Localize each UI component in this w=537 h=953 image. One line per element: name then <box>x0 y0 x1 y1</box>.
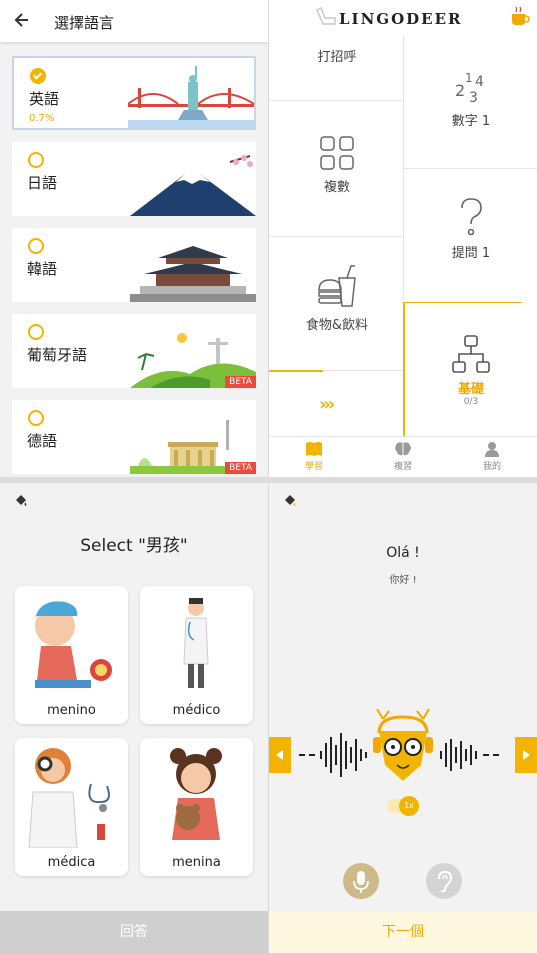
active-path-line <box>404 302 522 303</box>
lesson-label: 食物&飲料 <box>305 318 369 333</box>
nav-label: 複習 <box>393 462 412 472</box>
korean-palace-illustration <box>130 246 256 302</box>
language-card-english[interactable]: 英語 0.7% <box>12 56 256 130</box>
ear-icon <box>438 870 453 893</box>
radio-checked-icon[interactable] <box>30 68 46 84</box>
mount-fuji-illustration <box>130 155 256 216</box>
lesson-basics[interactable]: 基礎 0/3 <box>419 334 523 407</box>
beta-badge: BETA <box>225 376 256 388</box>
lesson-progress-count: 0/3 <box>463 397 479 407</box>
bottom-navigation: 學習 複習 我的 <box>269 436 537 477</box>
svg-text:3: 3 <box>469 90 478 106</box>
option-label: médico <box>172 703 221 718</box>
nav-learn[interactable]: 學習 <box>284 441 344 472</box>
lesson-food-drink[interactable]: 食物&飲料 <box>289 262 385 333</box>
audio-waveform <box>299 709 499 781</box>
active-path-line <box>403 302 405 436</box>
svg-text:2: 2 <box>455 81 465 100</box>
lesson-label: 打招呼 <box>317 50 357 65</box>
brain-icon <box>395 442 411 456</box>
boy-illustration <box>35 601 112 688</box>
speaking-exercise-screen: Olá ! 你好 ! 1x 下一個 <box>269 483 537 953</box>
next-button[interactable]: 下一個 <box>269 911 537 953</box>
language-name: 葡萄牙語 <box>27 346 88 364</box>
option-label: menino <box>47 703 96 718</box>
lesson-label: 基礎 <box>457 382 484 397</box>
language-progress: 0.7% <box>29 113 55 124</box>
app-bar: 選擇語言 <box>0 0 268 42</box>
option-label: menina <box>172 855 221 870</box>
language-card-portuguese[interactable]: 葡萄牙語 BETA <box>12 314 256 388</box>
option-card-medico[interactable]: médico <box>140 586 253 724</box>
answer-button[interactable]: 回答 <box>0 911 268 953</box>
phrase-translation: 你好 ! <box>389 575 417 586</box>
listen-button[interactable] <box>426 863 462 899</box>
lesson-label: 複數 <box>323 180 350 195</box>
lesson-label: 提問 1 <box>451 246 491 261</box>
radio-unchecked-icon[interactable] <box>28 410 44 426</box>
language-name: 德語 <box>27 432 58 450</box>
svg-text:1: 1 <box>465 71 473 85</box>
male-doctor-illustration <box>183 598 209 688</box>
language-card-japanese[interactable]: 日語 <box>12 142 256 216</box>
more-lessons-arrows-icon[interactable]: ››› <box>319 394 335 415</box>
lesson-questions-1[interactable]: 提問 1 <box>423 196 519 261</box>
path-divider <box>403 36 404 302</box>
back-arrow-icon[interactable] <box>12 10 32 30</box>
beta-badge: BETA <box>225 462 256 474</box>
path-divider <box>269 236 403 237</box>
lesson-greetings[interactable]: 打招呼 <box>289 46 385 65</box>
microphone-button[interactable] <box>343 863 379 899</box>
radio-unchecked-icon[interactable] <box>28 324 44 340</box>
girl-illustration <box>170 748 222 840</box>
lesson-numbers-1[interactable]: 2 1 4 3 數字 1 <box>423 66 519 129</box>
female-doctor-illustration <box>28 748 110 848</box>
nav-label: 學習 <box>304 462 323 472</box>
book-icon <box>306 442 322 456</box>
lesson-plurals[interactable]: 複數 <box>289 134 385 195</box>
picture-quiz-screen: Select "男孩" menino médico médica menina … <box>0 483 268 953</box>
course-map-screen: LINGODEER 打招呼 2 1 4 3 數字 1 複數 提問 1 食物&飲料… <box>269 0 537 477</box>
language-name: 韓語 <box>27 260 58 278</box>
language-name: 英語 <box>29 90 60 108</box>
statue-of-liberty-illustration <box>128 64 254 128</box>
target-phrase: Olá ! <box>386 545 420 561</box>
app-logo: LINGODEER <box>339 10 463 28</box>
numbers-icon: 2 1 4 3 <box>455 71 484 106</box>
page-title: 選擇語言 <box>54 14 115 32</box>
lesson-label: 數字 1 <box>451 114 491 129</box>
select-language-screen: 選擇語言 英語 0.7% 日語 韓語 葡萄牙語 BETA 德語 BETA <box>0 0 268 477</box>
next-arrow-button[interactable] <box>515 737 537 773</box>
language-card-korean[interactable]: 韓語 <box>12 228 256 302</box>
microphone-icon <box>353 871 369 893</box>
radio-unchecked-icon[interactable] <box>28 152 44 168</box>
grid-icon <box>320 136 354 170</box>
language-name: 日語 <box>27 174 58 192</box>
path-divider <box>404 168 537 169</box>
nav-label: 我的 <box>482 462 501 472</box>
radio-unchecked-icon[interactable] <box>28 238 44 254</box>
person-icon <box>485 442 499 457</box>
hierarchy-icon <box>452 335 490 373</box>
option-label: médica <box>47 855 96 870</box>
paint-bucket-icon[interactable] <box>283 493 297 507</box>
paint-bucket-icon[interactable] <box>14 493 28 507</box>
coffee-cup-icon[interactable] <box>509 6 531 28</box>
speed-knob[interactable]: 1x <box>399 796 419 816</box>
option-card-menina[interactable]: menina <box>140 738 253 876</box>
option-card-menino[interactable]: menino <box>15 586 128 724</box>
previous-button[interactable] <box>269 737 291 773</box>
question-icon <box>461 198 482 236</box>
nav-profile[interactable]: 我的 <box>462 441 522 472</box>
language-card-german[interactable]: 德語 BETA <box>12 400 256 474</box>
svg-text:4: 4 <box>475 74 484 90</box>
path-divider <box>269 100 403 101</box>
quiz-prompt: Select "男孩" <box>80 536 188 556</box>
food-icon <box>318 265 356 307</box>
active-path-line <box>269 370 323 372</box>
nav-review[interactable]: 複習 <box>373 441 433 472</box>
chair-icon <box>316 6 336 25</box>
option-card-medica[interactable]: médica <box>15 738 128 876</box>
